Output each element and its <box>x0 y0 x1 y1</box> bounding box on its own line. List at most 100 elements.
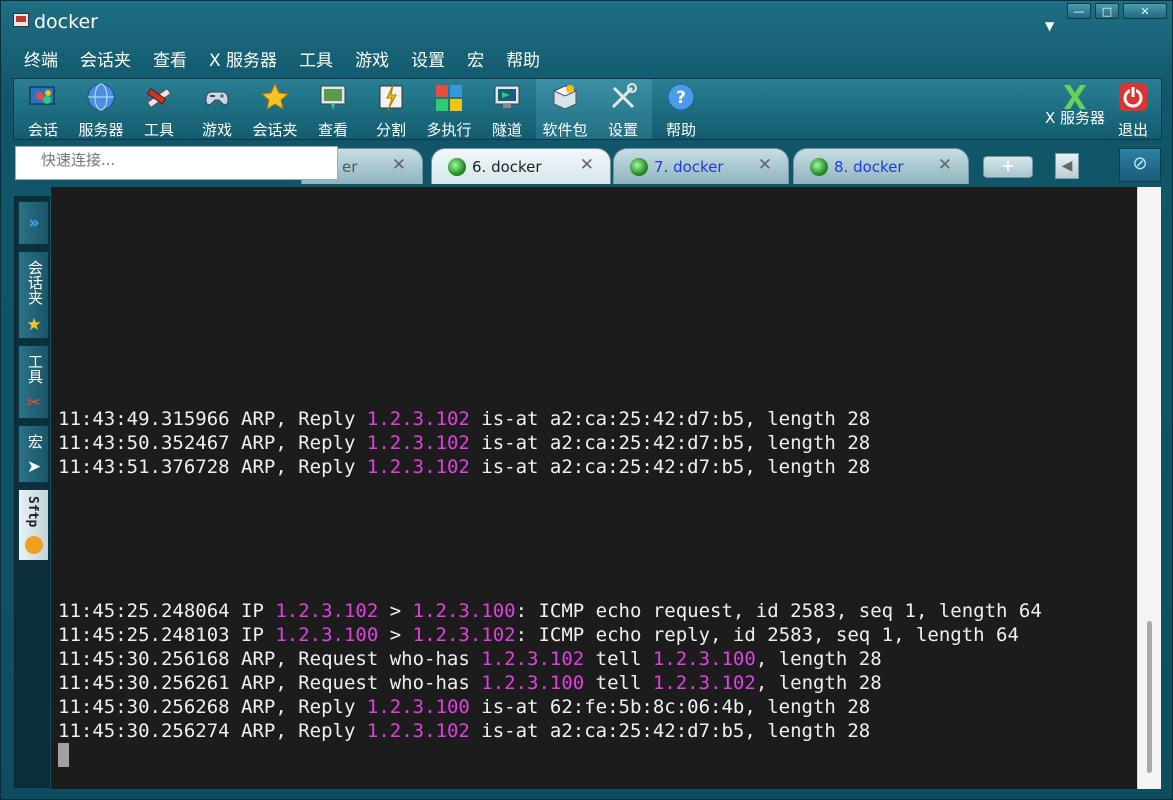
timestamp: 11:45:30.256274 <box>58 720 230 742</box>
terminal-line: 11:45:30.256168 ARP, Request who-has 1.2… <box>58 647 882 671</box>
side-tab-label: Sftp <box>25 496 40 528</box>
ip-address: 1.2.3.102 <box>412 624 516 646</box>
log-text: : ICMP echo reply, id 2583, seq 1, lengt… <box>515 624 1019 646</box>
menu-help[interactable]: 帮助 <box>495 47 551 75</box>
toolbar-packages-button[interactable]: 软件包 <box>536 79 594 139</box>
minimize-button[interactable]: — <box>1067 3 1091 19</box>
toolbar-tools-button[interactable]: 工具 <box>130 79 188 139</box>
log-text: , length 28 <box>755 648 882 670</box>
toolbar-xserver-button[interactable]: X 服务器 <box>1045 79 1105 139</box>
menu-sessions[interactable]: 会话夹 <box>69 47 142 75</box>
star-icon <box>260 82 290 111</box>
tab-6[interactable]: 6. docker ✕ <box>431 148 611 184</box>
menu-terminal[interactable]: 终端 <box>13 47 69 75</box>
menu-tools[interactable]: 工具 <box>288 47 344 75</box>
timestamp: 11:45:25.248064 <box>58 600 230 622</box>
double-chevron-right-icon: » <box>28 213 40 233</box>
window-menu-arrow-icon[interactable]: ▼ <box>1045 19 1054 33</box>
tunnel-icon <box>494 85 520 108</box>
tab-scroll-left-button[interactable]: ◀ <box>1055 153 1079 179</box>
log-text: ARP, Reply <box>229 456 367 478</box>
menu-xserver[interactable]: X 服务器 <box>198 47 288 75</box>
tab-close-icon[interactable]: ✕ <box>580 155 594 175</box>
side-tab-bookmarks[interactable]: 会话夹 ★ <box>18 251 49 339</box>
tab-close-icon[interactable]: ✕ <box>392 155 406 175</box>
terminal-session-icon <box>448 158 466 176</box>
menu-macros[interactable]: 宏 <box>456 47 495 75</box>
sftp-icon <box>25 536 43 554</box>
toolbar-exit-button[interactable]: 退出 <box>1104 79 1162 139</box>
scrollbar-thumb[interactable] <box>1147 621 1152 773</box>
ip-address: 1.2.3.102 <box>366 720 470 742</box>
log-text: is-at a2:ca:25:42:d7:b5, length 28 <box>469 408 871 430</box>
log-text: ARP, Request who-has <box>229 672 482 694</box>
toolbar-settings-button[interactable]: 设置 <box>594 79 652 139</box>
ip-address: 1.2.3.100 <box>366 696 470 718</box>
toolbar-label: 帮助 <box>665 121 696 139</box>
settings-icon <box>611 83 637 109</box>
side-tab-label: 工具 <box>26 354 44 384</box>
toolbar: 会话 服务器 工具 游戏 会话夹 查看 分割 多执行 隧道 软件包 设置 ? 帮… <box>13 78 1162 140</box>
log-text: tell <box>584 672 653 694</box>
plus-icon: + <box>1001 156 1015 175</box>
terminal-line: 11:43:50.352467 ARP, Reply 1.2.3.102 is-… <box>58 431 870 455</box>
timestamp: 11:43:51.376728 <box>58 456 230 478</box>
maximize-button[interactable]: □ <box>1095 3 1119 19</box>
log-text: is-at a2:ca:25:42:d7:b5, length 28 <box>469 432 871 454</box>
toolbar-help-button[interactable]: ? 帮助 <box>652 79 710 139</box>
menu-view[interactable]: 查看 <box>142 47 198 75</box>
tab-close-icon[interactable]: ✕ <box>938 155 952 175</box>
side-tab-tools[interactable]: 工具 ✂ <box>18 345 49 419</box>
terminal-scrollbar[interactable] <box>1137 187 1161 789</box>
close-button[interactable]: ✕ <box>1123 3 1167 19</box>
packages-icon <box>552 85 578 110</box>
multiexec-icon <box>436 85 462 111</box>
log-text: ARP, Request who-has <box>229 648 482 670</box>
timestamp: 11:45:30.256168 <box>58 648 230 670</box>
toolbar-multiexec-button[interactable]: 多执行 <box>420 79 478 139</box>
split-icon <box>379 84 403 111</box>
title-bar: docker ▼ — □ ✕ <box>1 1 1173 45</box>
tab-close-icon[interactable]: ✕ <box>758 155 772 175</box>
toolbar-sessions-button[interactable]: 会话 <box>14 79 72 139</box>
tab-8[interactable]: 8. docker ✕ <box>793 148 969 184</box>
tab-label: 7. docker <box>654 158 724 176</box>
ip-address: 1.2.3.100 <box>412 600 516 622</box>
side-tab-macros[interactable]: 宏 ➤ <box>18 425 49 483</box>
quick-connect-input[interactable]: 快速连接... <box>15 146 338 180</box>
side-tab-sftp[interactable]: Sftp <box>18 489 49 561</box>
log-text: ARP, Reply <box>229 408 367 430</box>
terminal-line: 11:45:25.248103 IP 1.2.3.100 > 1.2.3.102… <box>58 623 1019 647</box>
menu-settings[interactable]: 设置 <box>400 47 456 75</box>
paperclip-icon: ⊘ <box>1132 153 1148 174</box>
toolbar-view-button[interactable]: 查看 <box>304 79 362 139</box>
tab-label: 8. docker <box>834 158 904 176</box>
attach-panel-button[interactable]: ⊘ <box>1119 148 1161 182</box>
menu-games[interactable]: 游戏 <box>344 47 400 75</box>
ip-address: 1.2.3.100 <box>275 624 379 646</box>
toolbar-servers-button[interactable]: 服务器 <box>72 79 130 139</box>
terminal-cursor <box>58 743 69 767</box>
toolbar-games-button[interactable]: 游戏 <box>188 79 246 139</box>
tab-7[interactable]: 7. docker ✕ <box>613 148 789 184</box>
toolbar-bookmarks-button[interactable]: 会话夹 <box>246 79 304 139</box>
side-expand-button[interactable]: » <box>18 201 49 245</box>
chevron-left-icon: ◀ <box>1061 158 1073 174</box>
games-icon <box>205 91 229 105</box>
timestamp: 11:45:30.256261 <box>58 672 230 694</box>
tools-icon: ✂ <box>26 393 42 413</box>
new-tab-button[interactable]: + <box>983 156 1033 178</box>
ip-address: 1.2.3.102 <box>366 408 470 430</box>
toolbar-tunnel-button[interactable]: 隧道 <box>478 79 536 139</box>
tools-icon <box>146 87 172 109</box>
side-panel: » 会话夹 ★ 工具 ✂ 宏 ➤ Sftp <box>14 196 50 788</box>
svg-text:?: ? <box>676 88 686 108</box>
log-text: ARP, Reply <box>229 696 367 718</box>
terminal-line: 11:43:51.376728 ARP, Reply 1.2.3.102 is-… <box>58 455 870 479</box>
log-text: > <box>378 600 413 622</box>
toolbar-split-button[interactable]: 分割 <box>362 79 420 139</box>
terminal-output[interactable]: 11:43:49.315966 ARP, Reply 1.2.3.102 is-… <box>51 187 1137 789</box>
ip-address: 1.2.3.102 <box>481 648 585 670</box>
ip-address: 1.2.3.102 <box>652 672 756 694</box>
side-tab-label: 宏 <box>26 434 44 449</box>
